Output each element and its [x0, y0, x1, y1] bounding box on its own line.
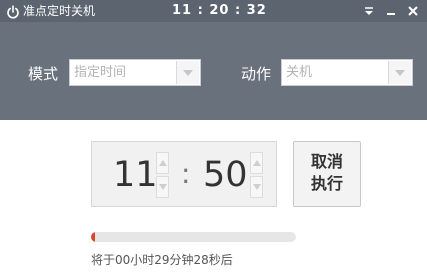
- menu-icon[interactable]: [361, 3, 377, 19]
- action-select[interactable]: 关机: [281, 59, 413, 86]
- countdown-progress-bar: [91, 232, 296, 242]
- hour-input[interactable]: 11: [113, 155, 158, 195]
- minimize-icon[interactable]: [383, 3, 399, 19]
- power-icon: [6, 4, 20, 19]
- app-title: 准点定时关机: [23, 4, 96, 18]
- mode-select-value: 指定时间: [74, 65, 127, 80]
- mode-label: 模式: [28, 65, 59, 83]
- chevron-down-icon[interactable]: [176, 61, 199, 84]
- title-bar: 准点定时关机 11 : 20 : 32: [0, 0, 427, 22]
- close-icon[interactable]: [405, 3, 421, 19]
- countdown-status: 将于00小时29分钟28秒后: [91, 253, 233, 267]
- minute-input[interactable]: 50: [203, 155, 248, 195]
- hour-down-icon[interactable]: [156, 176, 169, 198]
- settings-panel: 模式 指定时间 动作 关机: [0, 22, 427, 120]
- cancel-execute-label-line1: 取消: [310, 152, 343, 171]
- action-select-value: 关机: [286, 65, 313, 80]
- mode-select[interactable]: 指定时间: [69, 59, 201, 86]
- time-picker: 11 : 50: [91, 141, 277, 207]
- minute-up-icon[interactable]: [250, 152, 263, 174]
- progress-fill: [91, 232, 96, 242]
- cancel-execute-label-line2: 执行: [310, 174, 343, 193]
- hour-up-icon[interactable]: [156, 152, 169, 174]
- cancel-execute-button[interactable]: 取消 执行: [293, 141, 361, 207]
- chevron-down-icon[interactable]: [388, 61, 411, 84]
- current-time: 11 : 20 : 32: [172, 3, 267, 18]
- action-label: 动作: [241, 65, 272, 83]
- minute-down-icon[interactable]: [250, 176, 263, 198]
- time-separator: :: [181, 157, 191, 190]
